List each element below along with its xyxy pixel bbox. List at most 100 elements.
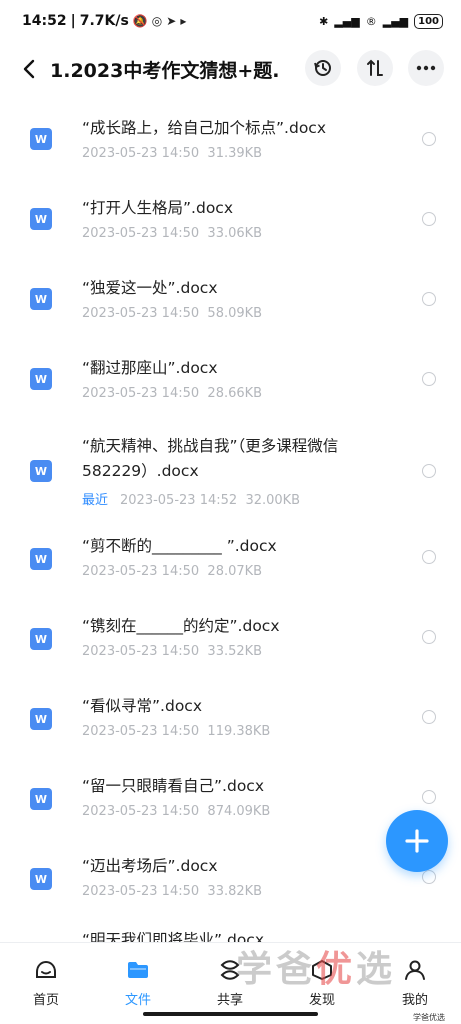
file-meta: 2023-05-23 14:50 33.82KB bbox=[82, 884, 262, 899]
file-meta: 2023-05-23 14:50 31.39KB bbox=[82, 146, 262, 161]
select-radio[interactable] bbox=[422, 132, 436, 146]
telegram-icon: ➤ bbox=[166, 14, 177, 28]
profile-icon bbox=[402, 957, 428, 983]
file-name: “镌刻在______的约定”.docx bbox=[82, 617, 280, 635]
watermark-logo: 学爸优选 bbox=[236, 940, 396, 992]
file-meta: 2023-05-23 14:50 28.66KB bbox=[82, 386, 262, 401]
select-radio[interactable] bbox=[422, 710, 436, 724]
file-size: 58.09KB bbox=[207, 306, 263, 321]
battery-icon: 100 bbox=[414, 13, 443, 29]
more-button[interactable] bbox=[408, 50, 444, 86]
status-time: 14:52 bbox=[22, 13, 67, 29]
word-file-icon: W bbox=[30, 548, 52, 570]
file-size: 119.38KB bbox=[207, 724, 271, 739]
word-file-icon: W bbox=[30, 708, 52, 730]
file-size: 33.82KB bbox=[207, 884, 263, 899]
back-button[interactable] bbox=[12, 52, 46, 86]
file-date: 2023-05-23 14:50 bbox=[82, 306, 200, 321]
watermark-text-b: 优 bbox=[316, 949, 357, 990]
select-radio[interactable] bbox=[422, 372, 436, 386]
select-radio[interactable] bbox=[422, 550, 436, 564]
status-speed: 7.7K/s bbox=[79, 13, 129, 29]
word-file-icon: W bbox=[30, 460, 52, 482]
file-list: W “成长路上，给自己加个标点”.docx 2023-05-23 14:50 3… bbox=[0, 92, 461, 942]
tab-home[interactable]: 首页 bbox=[16, 957, 76, 1008]
watermark-text-a: 学爸 bbox=[236, 949, 317, 990]
file-meta: 2023-05-23 14:50 33.06KB bbox=[82, 226, 262, 241]
word-file-icon: W bbox=[30, 208, 52, 230]
file-date: 2023-05-23 14:50 bbox=[82, 386, 200, 401]
chevron-left-icon bbox=[23, 59, 35, 79]
file-meta: 2023-05-23 14:50 119.38KB bbox=[82, 724, 270, 739]
status-divider: | bbox=[70, 13, 76, 29]
file-name-continued: 582229）.docx bbox=[82, 462, 199, 480]
file-size: 28.07KB bbox=[207, 564, 263, 579]
status-right: ✱ ▂▄▆ ® ▂▄▆ 100 bbox=[319, 13, 443, 29]
bluetooth-icon: ✱ bbox=[319, 14, 329, 28]
history-icon bbox=[314, 60, 331, 76]
status-bar: 14:52 | 7.7K/s 🔕 ◎ ➤ ▸ ✱ ▂▄▆ ® ▂▄▆ 100 bbox=[0, 0, 461, 42]
word-file-icon: W bbox=[30, 868, 52, 890]
select-radio[interactable] bbox=[422, 870, 436, 884]
file-meta: 2023-05-23 14:50 28.07KB bbox=[82, 564, 262, 579]
file-name: “成长路上，给自己加个标点”.docx bbox=[82, 119, 327, 137]
watermark-text-c: 选 bbox=[356, 949, 397, 990]
sort-button[interactable] bbox=[357, 50, 393, 86]
file-name: “留一只眼睛看自己”.docx bbox=[82, 777, 265, 795]
tab-files[interactable]: 文件 bbox=[108, 957, 168, 1008]
registered-icon: ® bbox=[365, 14, 377, 28]
file-size: 31.39KB bbox=[207, 146, 263, 161]
tab-files-label: 文件 bbox=[124, 993, 151, 1008]
page-title: 1.2023中考作文猜想+题... bbox=[50, 59, 278, 82]
more-icon bbox=[416, 65, 436, 71]
recent-badge: 最近 bbox=[82, 493, 109, 508]
play-icon: ▸ bbox=[180, 14, 187, 28]
file-size: 874.09KB bbox=[207, 804, 271, 819]
file-date: 2023-05-23 14:50 bbox=[82, 226, 200, 241]
word-file-icon: W bbox=[30, 368, 52, 390]
file-meta: 2023-05-23 14:50 874.09KB bbox=[82, 804, 270, 819]
history-button[interactable] bbox=[305, 50, 341, 86]
file-name: “航天精神、挑战自我”（更多课程微信 bbox=[82, 437, 339, 455]
file-date: 2023-05-23 14:50 bbox=[82, 146, 200, 161]
file-size: 33.06KB bbox=[207, 226, 263, 241]
select-radio[interactable] bbox=[422, 630, 436, 644]
file-name: “独爱这一处”.docx bbox=[82, 279, 218, 297]
file-size: 33.52KB bbox=[207, 644, 263, 659]
sort-icon bbox=[367, 59, 383, 76]
file-name: “打开人生格局”.docx bbox=[82, 199, 234, 217]
word-file-icon: W bbox=[30, 628, 52, 650]
select-radio[interactable] bbox=[422, 212, 436, 226]
status-left: 14:52 | 7.7K/s 🔕 ◎ ➤ ▸ bbox=[22, 13, 186, 29]
whatsapp-icon: ◎ bbox=[151, 14, 163, 28]
word-file-icon: W bbox=[30, 128, 52, 150]
file-name: “翻过那座山”.docx bbox=[82, 359, 218, 377]
word-file-icon: W bbox=[30, 788, 52, 810]
home-icon bbox=[33, 957, 59, 983]
plus-icon bbox=[405, 829, 429, 853]
file-meta: 2023-05-23 14:50 33.52KB bbox=[82, 644, 262, 659]
signal-icon: ▂▄▆ bbox=[334, 14, 360, 28]
home-indicator[interactable] bbox=[143, 1012, 318, 1016]
tab-home-label: 首页 bbox=[32, 993, 59, 1008]
file-date: 2023-05-23 14:50 bbox=[82, 564, 200, 579]
select-radio[interactable] bbox=[422, 464, 436, 478]
file-date: 2023-05-23 14:50 bbox=[82, 804, 200, 819]
folder-icon bbox=[125, 957, 151, 983]
header: 1.2023中考作文猜想+题... bbox=[0, 46, 461, 92]
select-radio[interactable] bbox=[422, 790, 436, 804]
watermark-small: 学爸优选 bbox=[413, 1013, 445, 1022]
mute-icon: 🔕 bbox=[132, 14, 148, 28]
file-size: 28.66KB bbox=[207, 386, 263, 401]
word-file-icon: W bbox=[30, 288, 52, 310]
file-date: 2023-05-23 14:50 bbox=[82, 644, 200, 659]
file-name: “迈出考场后”.docx bbox=[82, 857, 218, 875]
file-meta: 最近 2023-05-23 14:52 32.00KB bbox=[82, 489, 300, 508]
file-size: 32.00KB bbox=[245, 493, 301, 508]
add-button[interactable] bbox=[386, 810, 448, 872]
file-date: 2023-05-23 14:50 bbox=[82, 724, 200, 739]
tab-profile-label: 我的 bbox=[401, 993, 428, 1008]
file-date: 2023-05-23 14:50 bbox=[82, 884, 200, 899]
file-name: “剪不断的_________ ”.docx bbox=[82, 537, 277, 555]
select-radio[interactable] bbox=[422, 292, 436, 306]
